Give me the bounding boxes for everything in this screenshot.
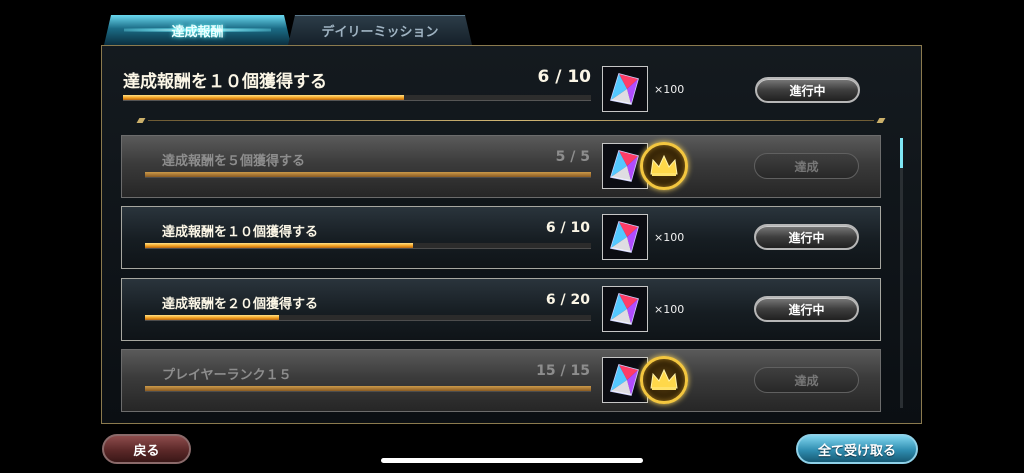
tab-label: デイリーミッション — [321, 25, 439, 40]
crown-icon — [640, 356, 688, 404]
mission-reward-qty: ×100 — [654, 303, 685, 316]
mission-progress-bar — [145, 172, 591, 178]
featured-progress-bar — [123, 95, 591, 101]
claim-all-button[interactable]: 全て受け取る — [796, 434, 918, 464]
mission-status-button[interactable]: 進行中 — [754, 224, 859, 250]
mission-progress-fill — [145, 243, 413, 248]
mission-progress-fill — [145, 386, 591, 391]
mission-progress-fill — [145, 315, 279, 320]
mission-row-2[interactable]: 達成報酬を２０個獲得する 6 / 20 ×100 進行中 — [121, 278, 881, 341]
featured-gem-icon — [602, 66, 648, 112]
home-indicator[interactable] — [381, 458, 643, 463]
mission-progress-bar — [145, 315, 591, 321]
mission-progress-bar — [145, 386, 591, 392]
mission-row-0[interactable]: 達成報酬を５個獲得する 5 / 5 達成 — [121, 135, 881, 198]
mission-progress-text: 15 / 15 — [536, 363, 590, 379]
mission-title: 達成報酬を２０個獲得する — [162, 297, 319, 312]
mission-title: 達成報酬を１０個獲得する — [162, 225, 319, 240]
mission-row-1[interactable]: 達成報酬を１０個獲得する 6 / 10 ×100 進行中 — [121, 206, 881, 269]
mission-progress-text: 5 / 5 — [555, 149, 590, 165]
mission-status-button[interactable]: 達成 — [754, 153, 859, 179]
tab-label: 達成報酬 — [171, 24, 224, 40]
scrollbar-thumb[interactable] — [900, 138, 903, 168]
mission-reward-qty: ×100 — [654, 231, 685, 244]
mission-progress-text: 6 / 10 — [545, 220, 590, 236]
mission-status-button[interactable]: 達成 — [754, 367, 859, 393]
mission-progress-text: 6 / 20 — [545, 292, 590, 308]
back-button[interactable]: 戻る — [102, 434, 191, 464]
mission-row-3[interactable]: プレイヤーランク１５ 15 / 15 達成 — [121, 349, 881, 412]
featured-mission-progress-text: 6 / 10 — [537, 67, 591, 87]
featured-status-button[interactable]: 進行中 — [755, 77, 860, 103]
featured-progress-fill — [123, 95, 404, 100]
divider-left-ornament — [136, 118, 146, 123]
featured-mission: 達成報酬を１０個獲得する 6 / 10 — [121, 63, 861, 108]
crown-icon — [640, 142, 688, 190]
divider — [136, 118, 886, 123]
scrollbar[interactable] — [900, 138, 903, 408]
featured-reward-qty: ×100 — [654, 83, 685, 96]
tab-achievement-rewards[interactable]: 達成報酬 — [104, 15, 291, 45]
mission-progress-fill — [145, 172, 591, 177]
featured-mission-title: 達成報酬を１０個獲得する — [123, 72, 327, 92]
mission-status-button[interactable]: 進行中 — [754, 296, 859, 322]
mission-list[interactable]: 達成報酬を５個獲得する 5 / 5 達成 達成報酬を１０個獲得する 6 / 10 — [121, 133, 883, 413]
mission-title: 達成報酬を５個獲得する — [162, 154, 306, 169]
mission-progress-bar — [145, 243, 591, 249]
mission-title: プレイヤーランク１５ — [162, 368, 292, 383]
gem-icon — [602, 214, 648, 260]
tab-daily-missions[interactable]: デイリーミッション — [288, 15, 472, 45]
divider-line — [148, 120, 874, 121]
gem-icon — [602, 286, 648, 332]
